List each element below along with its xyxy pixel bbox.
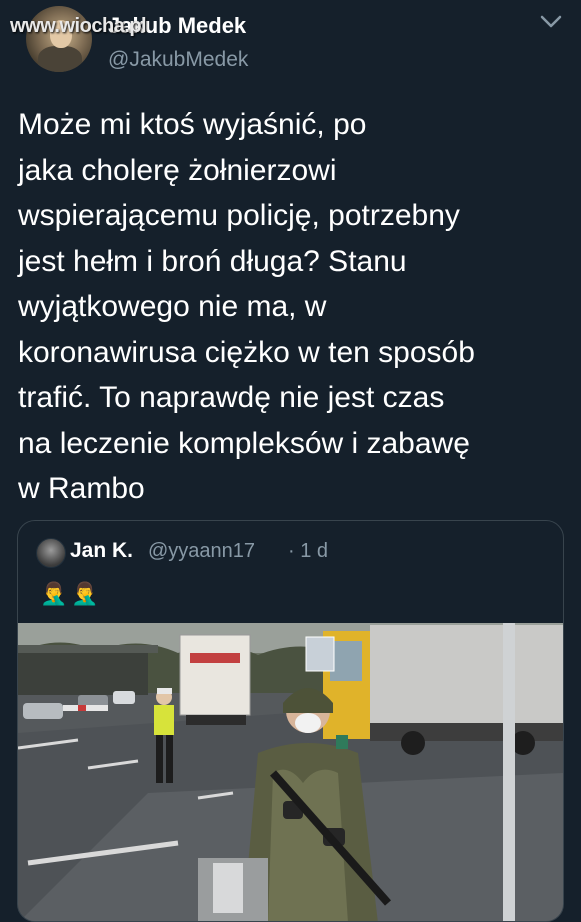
tweet-line: jest hełm i broń długa? Stanu [18,244,407,278]
tweet-line: wspierającemu policję, potrzebny [18,199,460,232]
tweet-line: Może mi ktoś wyjaśnić, po [18,108,367,141]
quoted-tweet-time[interactable]: · 1 d [288,540,328,563]
tweet-text: Może mi ktoś wyjaśnić, po jaka cholerę ż… [18,102,570,512]
tweet-line: na leczenie kompleksów i zabawę [18,426,470,460]
tweet-line: jaka cholerę żołnierzowi [18,153,337,187]
author-handle[interactable]: @JakubMedek [108,48,248,72]
tweet-line: trafić. To naprawdę nie jest czas [18,381,445,414]
watermark: www.wiocha.pl [10,15,147,37]
quoted-author-handle[interactable]: @yyaann17 [148,540,255,563]
tweet-line: w Rambo [18,472,145,505]
quoted-tweet[interactable]: Jan K. @yyaann17 · 1 d 🤦‍♂️🤦‍♂️ [17,520,564,922]
quoted-author-avatar[interactable] [36,538,66,568]
quoted-author-name[interactable]: Jan K. [70,539,133,563]
tweet-line: koronawirusa ciężko w ten sposób [18,335,475,369]
tweet-line: wyjątkowego nie ma, w [18,290,327,323]
quoted-tweet-text: 🤦‍♂️🤦‍♂️ [40,581,103,606]
quoted-tweet-photo[interactable] [18,623,563,921]
chevron-down-icon[interactable] [538,12,564,32]
